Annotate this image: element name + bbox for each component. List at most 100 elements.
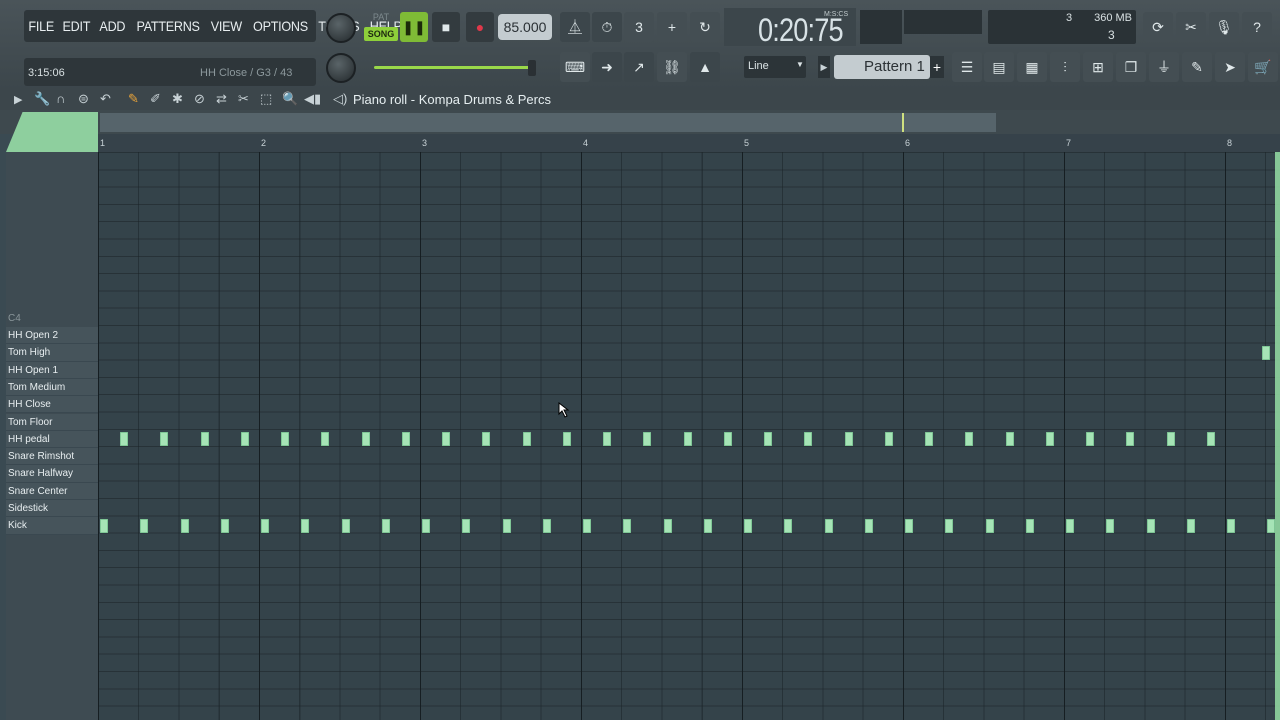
master-volume-handle[interactable] xyxy=(528,60,536,76)
slip-icon[interactable]: ⇄ xyxy=(216,91,227,107)
note-kick[interactable] xyxy=(261,518,269,533)
piano-roll-button[interactable]: ▤ xyxy=(984,52,1014,82)
pitch-bend-button[interactable]: ↗ xyxy=(624,52,654,82)
note-hh-pedal[interactable] xyxy=(1045,432,1054,447)
note-hh-pedal[interactable] xyxy=(643,432,652,447)
timeline-ruler[interactable]: 1 2 3 4 5 6 7 8 xyxy=(98,134,1280,152)
menu-file[interactable]: FILE xyxy=(26,18,57,34)
note-kick[interactable] xyxy=(422,518,430,533)
mixer-button[interactable]: ⫶ xyxy=(1050,52,1080,82)
note-kick[interactable] xyxy=(220,518,229,533)
menu-add[interactable]: ADD xyxy=(97,18,128,34)
countdown-button[interactable]: 3 xyxy=(624,12,654,42)
master-pitch-knob[interactable] xyxy=(326,53,356,83)
channel-rack-button[interactable]: ▦ xyxy=(1017,52,1047,82)
key-snare-center[interactable]: Snare Center xyxy=(6,482,98,500)
master-volume-slider[interactable] xyxy=(374,66,534,69)
tempo-display[interactable]: 85.000 xyxy=(498,14,552,40)
note-kick[interactable] xyxy=(1106,518,1115,533)
menu-patterns[interactable]: PATTERNS xyxy=(134,18,203,34)
mute-icon[interactable]: ⊘ xyxy=(194,91,205,107)
snap-select[interactable]: Line ▼ xyxy=(744,56,806,78)
pencil-icon[interactable]: ✎ xyxy=(128,91,139,107)
magnet-icon[interactable]: ∩ xyxy=(56,91,65,106)
zoom-icon[interactable]: 🔍 xyxy=(282,91,298,107)
note-kick[interactable] xyxy=(100,518,108,533)
key-snare-halfway[interactable]: Snare Halfway xyxy=(6,465,98,483)
wait-input-button[interactable]: ⏱ xyxy=(592,12,622,42)
brush-icon[interactable]: ✐ xyxy=(150,91,161,107)
multilink-button[interactable]: ▲ xyxy=(690,52,720,82)
note-kick[interactable] xyxy=(784,518,793,533)
tempo-tap-button[interactable]: ✎ xyxy=(1182,52,1212,82)
note-kick[interactable] xyxy=(542,518,551,533)
note-hh-pedal[interactable] xyxy=(884,432,893,447)
note-hh-pedal[interactable] xyxy=(764,432,773,447)
note-hh-pedal[interactable] xyxy=(361,432,370,447)
note-hh-pedal[interactable] xyxy=(401,432,410,447)
key-snare-rimshot[interactable]: Snare Rimshot xyxy=(6,448,98,466)
loop-record-button[interactable]: ↻ xyxy=(690,12,720,42)
note-kick[interactable] xyxy=(623,518,632,533)
note-kick[interactable] xyxy=(462,518,471,533)
note-hh-pedal[interactable] xyxy=(804,432,813,447)
note-kick[interactable] xyxy=(703,518,712,533)
note-hh-pedal[interactable] xyxy=(281,432,290,447)
pause-button[interactable]: ❚❚ xyxy=(400,12,428,42)
snap-arrow-button[interactable]: ➜ xyxy=(592,52,622,82)
note-kick[interactable] xyxy=(341,518,350,533)
key-kick[interactable]: Kick xyxy=(6,517,98,535)
key-tom-high[interactable]: Tom High xyxy=(6,344,98,362)
key-sidestick[interactable]: Sidestick xyxy=(6,500,98,518)
metronome-button[interactable]: ⏅ xyxy=(560,12,590,42)
note-grid[interactable] xyxy=(98,152,1280,720)
note-kick[interactable] xyxy=(1186,518,1195,533)
note-kick[interactable] xyxy=(985,518,994,533)
select-icon[interactable]: ⬚ xyxy=(260,91,272,107)
stop-button[interactable]: ■ xyxy=(432,12,460,42)
overview-scrollbar[interactable] xyxy=(100,113,996,132)
pattern-prev-button[interactable]: ▶ xyxy=(818,56,830,78)
note-hh-pedal[interactable] xyxy=(321,432,330,447)
link-button[interactable]: ⛓ xyxy=(657,52,687,82)
note-hh-pedal[interactable] xyxy=(603,432,612,447)
note-hh-pedal[interactable] xyxy=(965,432,974,447)
note-hh-pedal[interactable] xyxy=(844,432,853,447)
note-hh-pedal[interactable] xyxy=(925,432,934,447)
menu-view[interactable]: VIEW xyxy=(208,18,245,34)
options-arrow-icon[interactable]: ▶ xyxy=(14,93,22,106)
note-hh-pedal[interactable] xyxy=(1206,432,1215,447)
note-kick[interactable] xyxy=(301,518,310,533)
undo-icon[interactable]: ↶ xyxy=(100,91,111,107)
note-kick[interactable] xyxy=(502,518,511,533)
note-hh-pedal[interactable] xyxy=(240,432,249,447)
project-button[interactable]: ❐ xyxy=(1116,52,1146,82)
pattern-selector[interactable]: Pattern 1 xyxy=(834,55,930,79)
browser-button[interactable]: ⊞ xyxy=(1083,52,1113,82)
note-hh-pedal[interactable] xyxy=(442,432,451,447)
playback-tool-icon[interactable]: ◀▮ xyxy=(304,91,321,107)
note-kick[interactable] xyxy=(180,518,189,533)
note-kick[interactable] xyxy=(663,518,672,533)
note-hh-pedal[interactable] xyxy=(120,432,129,447)
audio-input-button[interactable]: 🎙 xyxy=(1209,12,1239,42)
typing-keyboard-button[interactable]: ⌨ xyxy=(560,52,590,82)
key-tom-floor[interactable]: Tom Floor xyxy=(6,413,98,431)
plugin-button[interactable]: ⏚ xyxy=(1149,52,1179,82)
note-hh-pedal[interactable] xyxy=(1005,432,1014,447)
key-tom-medium[interactable]: Tom Medium xyxy=(6,378,98,397)
note-hh-pedal[interactable] xyxy=(482,432,491,447)
note-hh-pedal[interactable] xyxy=(723,432,732,447)
note-kick[interactable] xyxy=(945,518,954,533)
key-hh-close[interactable]: HH Close xyxy=(6,396,98,414)
note-kick[interactable] xyxy=(583,518,591,533)
cart-button[interactable]: 🛒 xyxy=(1248,52,1278,82)
menu-edit[interactable]: EDIT xyxy=(60,18,93,34)
song-position-clock[interactable]: 0:20:75 M:S:CS xyxy=(724,8,856,48)
note-kick[interactable] xyxy=(905,518,913,533)
playlist-button[interactable]: ☰ xyxy=(952,52,982,82)
note-hh-pedal[interactable] xyxy=(1166,432,1175,447)
note-hh-pedal[interactable] xyxy=(1086,432,1095,447)
note-kick[interactable] xyxy=(140,518,149,533)
note-kick[interactable] xyxy=(744,518,752,533)
